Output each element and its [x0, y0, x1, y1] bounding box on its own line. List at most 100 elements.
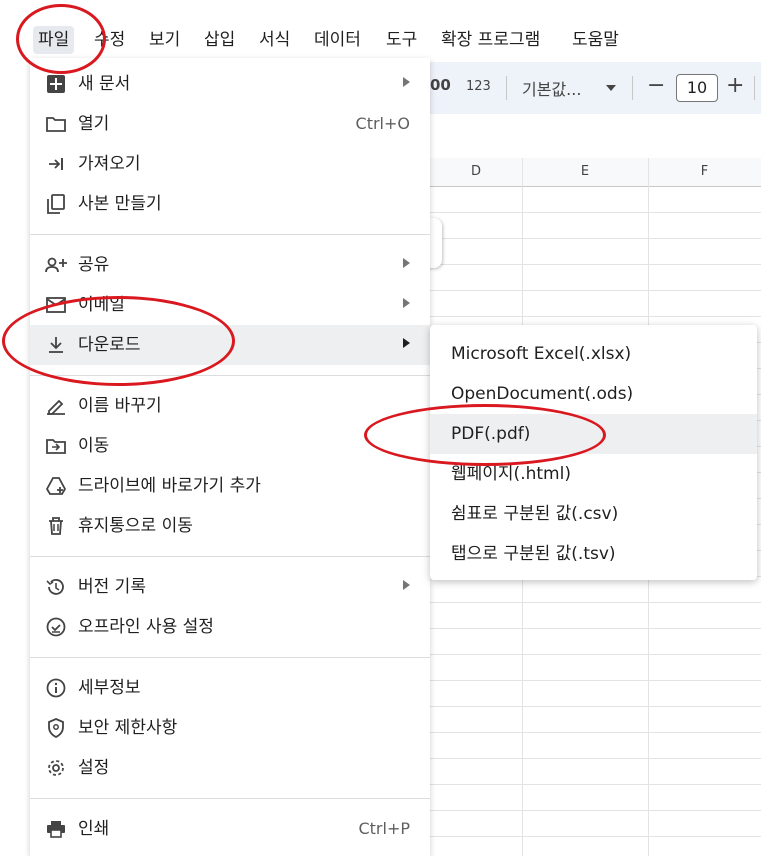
menu-edit[interactable]: 수정: [89, 26, 130, 54]
file-menu-label: 드라이브에 바로가기 추가: [78, 476, 261, 496]
file-menu-label: 휴지통으로 이동: [78, 516, 193, 536]
grid-row-line: [430, 706, 761, 707]
menu-help[interactable]: 도움말: [567, 26, 624, 54]
security-icon: [44, 716, 68, 740]
grid-row-line: [430, 758, 761, 759]
decrease-font-size-button[interactable]: −: [647, 73, 665, 98]
drive-shortcut-icon: [44, 474, 68, 498]
submenu-arrow-icon: [403, 298, 410, 308]
shortcut-text: Ctrl+O: [355, 114, 410, 133]
file-menu-item-open[interactable]: 열기 Ctrl+O: [30, 104, 430, 144]
file-menu-item-download[interactable]: 다운로드: [30, 325, 430, 365]
file-menu-item-security[interactable]: 보안 제한사항: [30, 708, 430, 748]
menu-view[interactable]: 보기: [144, 26, 185, 54]
download-option-label: PDF(.pdf): [451, 424, 531, 444]
submenu-arrow-icon: [403, 580, 410, 590]
download-option-csv[interactable]: 쉼표로 구분된 값(.csv): [430, 494, 757, 534]
grid-row-line: [430, 316, 761, 317]
menu-file[interactable]: 파일: [33, 26, 75, 54]
copy-icon: [44, 192, 68, 216]
submenu-arrow-icon: [403, 338, 410, 348]
download-icon: [44, 333, 68, 357]
toolbar-divider: [506, 76, 507, 100]
file-menu-label: 사본 만들기: [78, 194, 162, 214]
trash-icon: [44, 514, 68, 538]
file-menu-item-new[interactable]: 새 문서: [30, 64, 430, 104]
font-size-input[interactable]: 10: [676, 74, 718, 102]
download-option-label: 탭으로 구분된 값(.tsv): [451, 544, 616, 564]
file-menu-label: 설정: [78, 758, 110, 778]
file-menu-item-email[interactable]: 이메일: [30, 285, 430, 325]
grid-row-line: [430, 628, 761, 629]
grid-row-line: [430, 602, 761, 603]
rename-icon: [44, 394, 68, 418]
download-option-tsv[interactable]: 탭으로 구분된 값(.tsv): [430, 534, 757, 574]
print-icon: [44, 817, 68, 841]
download-submenu: Microsoft Excel(.xlsx) OpenDocument(.ods…: [430, 325, 757, 580]
menu-format[interactable]: 서식: [254, 26, 295, 54]
grid-row-line: [430, 290, 761, 291]
grid-row-line: [430, 732, 761, 733]
increase-font-size-button[interactable]: +: [726, 73, 744, 98]
file-menu-item-move[interactable]: 이동: [30, 426, 430, 466]
grid-row-line: [430, 212, 761, 213]
menu-divider: [30, 375, 430, 376]
menu-insert[interactable]: 삽입: [199, 26, 240, 54]
grid-row-line: [430, 784, 761, 785]
file-menu-label: 오프라인 사용 설정: [78, 617, 214, 637]
menu-divider: [30, 556, 430, 557]
submenu-arrow-icon: [403, 258, 410, 268]
column-header-d[interactable]: D: [430, 158, 523, 187]
email-icon: [44, 293, 68, 317]
file-menu: 새 문서 열기 Ctrl+O 가져오기 사본 만들기 공유 이메일 다운로드 이…: [30, 58, 430, 856]
column-header-f[interactable]: F: [648, 158, 761, 187]
info-icon: [44, 676, 68, 700]
grid-row-line: [430, 654, 761, 655]
share-icon: [44, 253, 68, 277]
grid-row-line: [430, 238, 761, 239]
move-folder-icon: [44, 434, 68, 458]
download-option-pdf[interactable]: PDF(.pdf): [430, 414, 757, 454]
file-menu-item-drive-shortcut[interactable]: 드라이브에 바로가기 추가: [30, 466, 430, 506]
history-icon: [44, 575, 68, 599]
download-option-label: 쉼표로 구분된 값(.csv): [451, 504, 619, 524]
file-menu-item-rename[interactable]: 이름 바꾸기: [30, 386, 430, 426]
folder-icon: [44, 112, 68, 136]
import-icon: [44, 152, 68, 176]
file-menu-item-copy[interactable]: 사본 만들기: [30, 184, 430, 224]
file-menu-label: 다운로드: [78, 335, 141, 355]
file-menu-label: 인쇄: [78, 819, 110, 839]
menu-tools[interactable]: 도구: [381, 26, 422, 54]
file-menu-item-share[interactable]: 공유: [30, 245, 430, 285]
menu-divider: [30, 234, 430, 235]
file-menu-item-print[interactable]: 인쇄 Ctrl+P: [30, 809, 430, 849]
grid-row-line: [430, 836, 761, 837]
menu-divider: [30, 798, 430, 799]
shortcut-text: Ctrl+P: [358, 819, 410, 838]
format-number-button[interactable]: 123: [466, 79, 491, 94]
download-option-xlsx[interactable]: Microsoft Excel(.xlsx): [430, 334, 757, 374]
file-menu-label: 이름 바꾸기: [78, 396, 162, 416]
menu-divider: [30, 657, 430, 658]
menu-bar: 파일 수정 보기 삽입 서식 데이터 도구 확장 프로그램 도움말: [0, 22, 761, 58]
file-menu-item-version-history[interactable]: 버전 기록: [30, 567, 430, 607]
file-menu-label: 세부정보: [78, 678, 141, 698]
download-option-html[interactable]: 웹페이지(.html): [430, 454, 757, 494]
chevron-down-icon[interactable]: [606, 85, 616, 91]
grid-row-line: [430, 264, 761, 265]
column-header-e[interactable]: E: [522, 158, 649, 187]
file-menu-label: 이동: [78, 436, 110, 456]
download-option-label: Microsoft Excel(.xlsx): [451, 344, 632, 364]
offline-icon: [44, 615, 68, 639]
menu-data[interactable]: 데이터: [309, 26, 366, 54]
grid-row-line: [430, 810, 761, 811]
decimal-increase-button[interactable]: 00: [430, 76, 451, 94]
download-option-ods[interactable]: OpenDocument(.ods): [430, 374, 757, 414]
menu-extensions[interactable]: 확장 프로그램: [436, 26, 545, 54]
font-family-select[interactable]: 기본값...: [522, 76, 581, 100]
file-menu-item-details[interactable]: 세부정보: [30, 668, 430, 708]
file-menu-item-offline[interactable]: 오프라인 사용 설정: [30, 607, 430, 647]
file-menu-item-settings[interactable]: 설정: [30, 748, 430, 788]
file-menu-item-trash[interactable]: 휴지통으로 이동: [30, 506, 430, 546]
file-menu-item-import[interactable]: 가져오기: [30, 144, 430, 184]
